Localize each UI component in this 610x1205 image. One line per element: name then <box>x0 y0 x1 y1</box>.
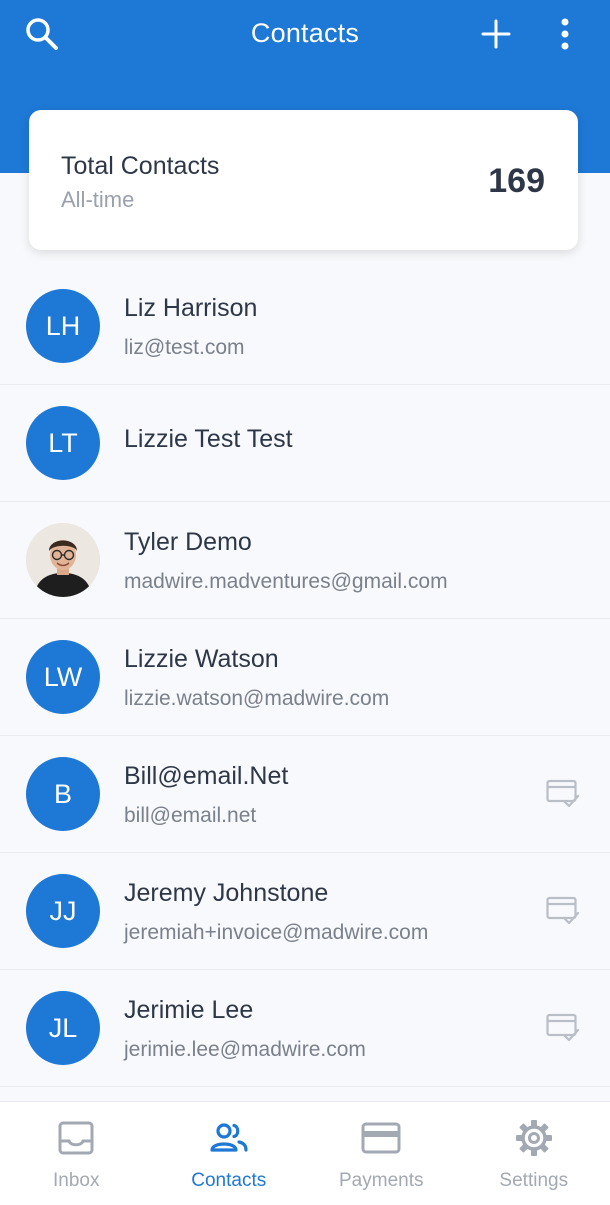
period-label: All-time <box>61 187 135 212</box>
tab-contacts[interactable]: Contacts <box>153 1102 306 1205</box>
contact-name: Lizzie Watson <box>124 645 279 673</box>
more-vertical-icon <box>561 18 569 50</box>
contact-email: madwire.madventures@gmail.com <box>124 570 448 593</box>
invoice-icon <box>546 1013 580 1042</box>
avatar: LT <box>26 406 100 480</box>
contact-row[interactable]: LW Lizzie Watson lizzie.watson@madwire.c… <box>0 619 610 736</box>
contacts-icon <box>210 1123 248 1152</box>
contact-email: lizzie.watson@madwire.com <box>124 687 390 710</box>
contact-email: jerimie.lee@madwire.com <box>124 1038 366 1061</box>
total-contacts-card: Total Contacts All-time 169 <box>29 110 578 250</box>
contact-name: Tyler Demo <box>124 528 252 556</box>
avatar: LW <box>26 640 100 714</box>
contact-row[interactable]: LH Liz Harrison liz@test.com <box>0 268 610 385</box>
contact-name: Jerimie Lee <box>124 996 254 1024</box>
contact-row[interactable]: LT Lizzie Test Test <box>0 385 610 502</box>
bottom-tab-bar: Inbox Contacts Payments Settings <box>0 1101 610 1205</box>
contact-list: LH Liz Harrison liz@test.com LT Lizzie T… <box>0 268 610 1087</box>
avatar: JJ <box>26 874 100 948</box>
tab-label: Settings <box>499 1170 569 1191</box>
avatar: LH <box>26 289 100 363</box>
tab-label: Contacts <box>191 1170 267 1191</box>
contact-row[interactable]: Tyler Demo madwire.madventures@gmail.com <box>0 502 610 619</box>
contact-name: Liz Harrison <box>124 294 258 322</box>
contact-row[interactable]: B Bill@email.Net bill@email.net <box>0 736 610 853</box>
credit-card-icon <box>361 1122 401 1154</box>
profile-photo-icon <box>26 523 100 597</box>
invoice-icon <box>546 896 580 925</box>
contact-row[interactable]: JL Jerimie Lee jerimie.lee@madwire.com <box>0 970 610 1087</box>
contact-row[interactable]: JJ Jeremy Johnstone jeremiah+invoice@mad… <box>0 853 610 970</box>
add-contact-button[interactable] <box>474 12 518 56</box>
tab-label: Inbox <box>53 1170 100 1191</box>
avatar: JL <box>26 991 100 1065</box>
page-title: Contacts <box>250 18 360 48</box>
total-contacts-label: Total Contacts <box>61 152 220 180</box>
inbox-icon <box>58 1121 94 1155</box>
contact-name: Lizzie Test Test <box>124 425 293 453</box>
contact-name: Jeremy Johnstone <box>124 879 329 907</box>
contact-name: Bill@email.Net <box>124 762 289 790</box>
tab-payments[interactable]: Payments <box>305 1102 458 1205</box>
contact-email: jeremiah+invoice@madwire.com <box>124 921 429 944</box>
contact-email: liz@test.com <box>124 336 245 359</box>
gear-icon <box>515 1120 552 1156</box>
contact-email: bill@email.net <box>124 804 257 827</box>
tab-settings[interactable]: Settings <box>458 1102 610 1205</box>
plus-icon <box>481 19 511 49</box>
tab-inbox[interactable]: Inbox <box>0 1102 153 1205</box>
tab-label: Payments <box>339 1170 424 1191</box>
avatar: B <box>26 757 100 831</box>
avatar-photo <box>26 523 100 597</box>
invoice-icon <box>546 779 580 808</box>
total-contacts-count: 169 <box>488 162 545 200</box>
top-app-bar: Contacts <box>0 0 610 70</box>
more-options-button[interactable] <box>548 12 582 56</box>
